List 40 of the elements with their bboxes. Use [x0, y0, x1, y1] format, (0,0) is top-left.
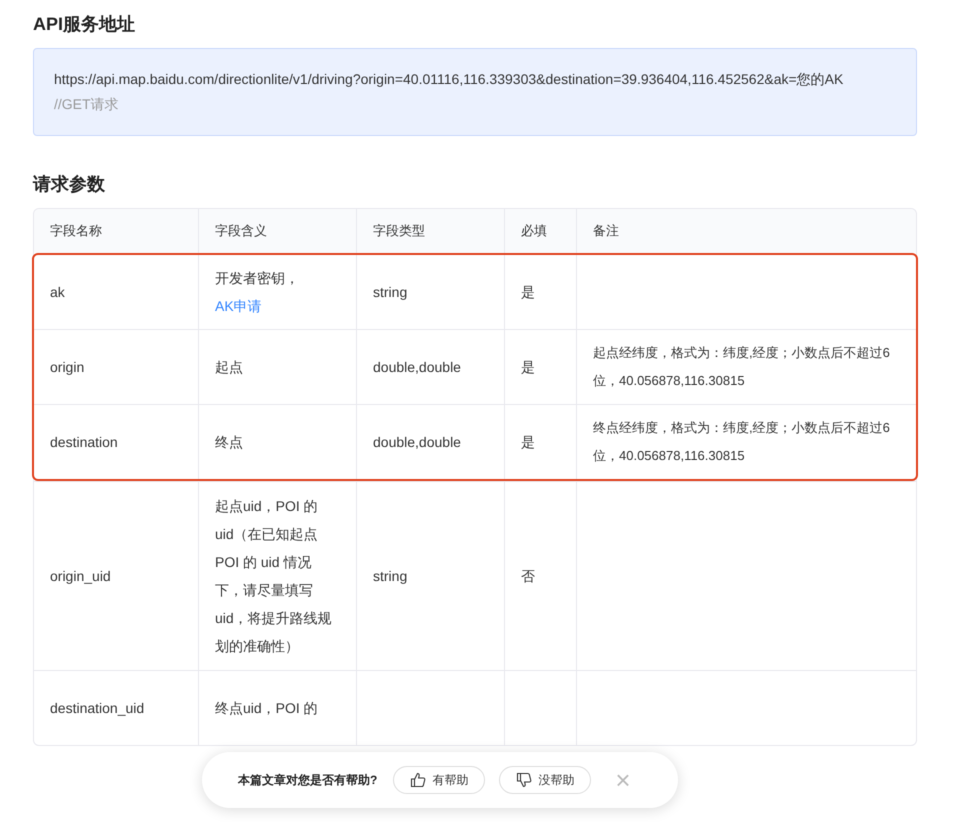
table-cell-text: uid，将提升路线规 [215, 609, 333, 628]
column-header: 字段类型 [373, 222, 426, 240]
feedback-question: 本篇文章对您是否有帮助? [238, 772, 378, 788]
helpful-button[interactable]: 有帮助 [393, 766, 486, 794]
apply-link[interactable]: AK申请 [215, 292, 340, 320]
table-cell-text: origin [50, 358, 86, 377]
table-cell-text: 否 [521, 567, 536, 586]
request-url: https://api.map.baidu.com/directionlite/v1/driving?origin=40.01116,116.339303&destination=39.936404,116.452562&ak=您的AK [54, 70, 844, 89]
thumbs-down-icon [516, 772, 532, 788]
table-cell-text: string [373, 283, 408, 302]
table-cell-text: 是 [521, 358, 536, 377]
section-heading: 请求参数 [33, 173, 106, 196]
table-cell-text: 是 [521, 433, 536, 452]
table-cell-text: 起点uid，POI 的 [215, 497, 319, 516]
section-heading: API服务地址 [33, 13, 136, 36]
table-cell-text: POI 的 uid 情况 [215, 553, 312, 572]
thumbs-up-icon [410, 772, 426, 788]
column-header: 字段名称 [50, 222, 103, 240]
table-cell-text: 划的准确性） [215, 637, 300, 656]
not-helpful-button[interactable]: 没帮助 [499, 766, 592, 794]
column-header: 备注 [593, 222, 620, 240]
table-cell-text: 下，请尽量填写 [215, 581, 314, 600]
column-header: 必填 [521, 222, 548, 240]
table-cell-text: 终点uid，POI 的 [215, 699, 319, 718]
table-cell-text: 是 [521, 283, 536, 302]
column-header: 字段含义 [215, 222, 268, 240]
table-cell-text: uid（在已知起点 [215, 525, 319, 544]
table-cell-text: destination [50, 433, 119, 452]
table-cell-text: 起点经纬度，格式为：纬度,经度；小数点后不超过6位，40.056878,116.30815 [593, 344, 891, 390]
table-cell-text: 开发者密钥， [215, 269, 300, 288]
table-cell-text: ak [50, 283, 66, 302]
table-cell-text: 终点 [215, 433, 244, 452]
table-cell-text: string [373, 567, 408, 586]
table-cell-text: 起点 [215, 358, 244, 377]
table-cell-text: origin_uid [50, 567, 112, 586]
table-cell-text: destination_uid [50, 699, 146, 718]
table-cell-text: double,double [373, 433, 462, 452]
table-cell-text: double,double [373, 358, 462, 377]
code-comment: //GET请求 [54, 95, 120, 114]
table-cell-text: 终点经纬度，格式为：纬度,经度；小数点后不超过6位，40.056878,116.30815 [593, 419, 891, 465]
